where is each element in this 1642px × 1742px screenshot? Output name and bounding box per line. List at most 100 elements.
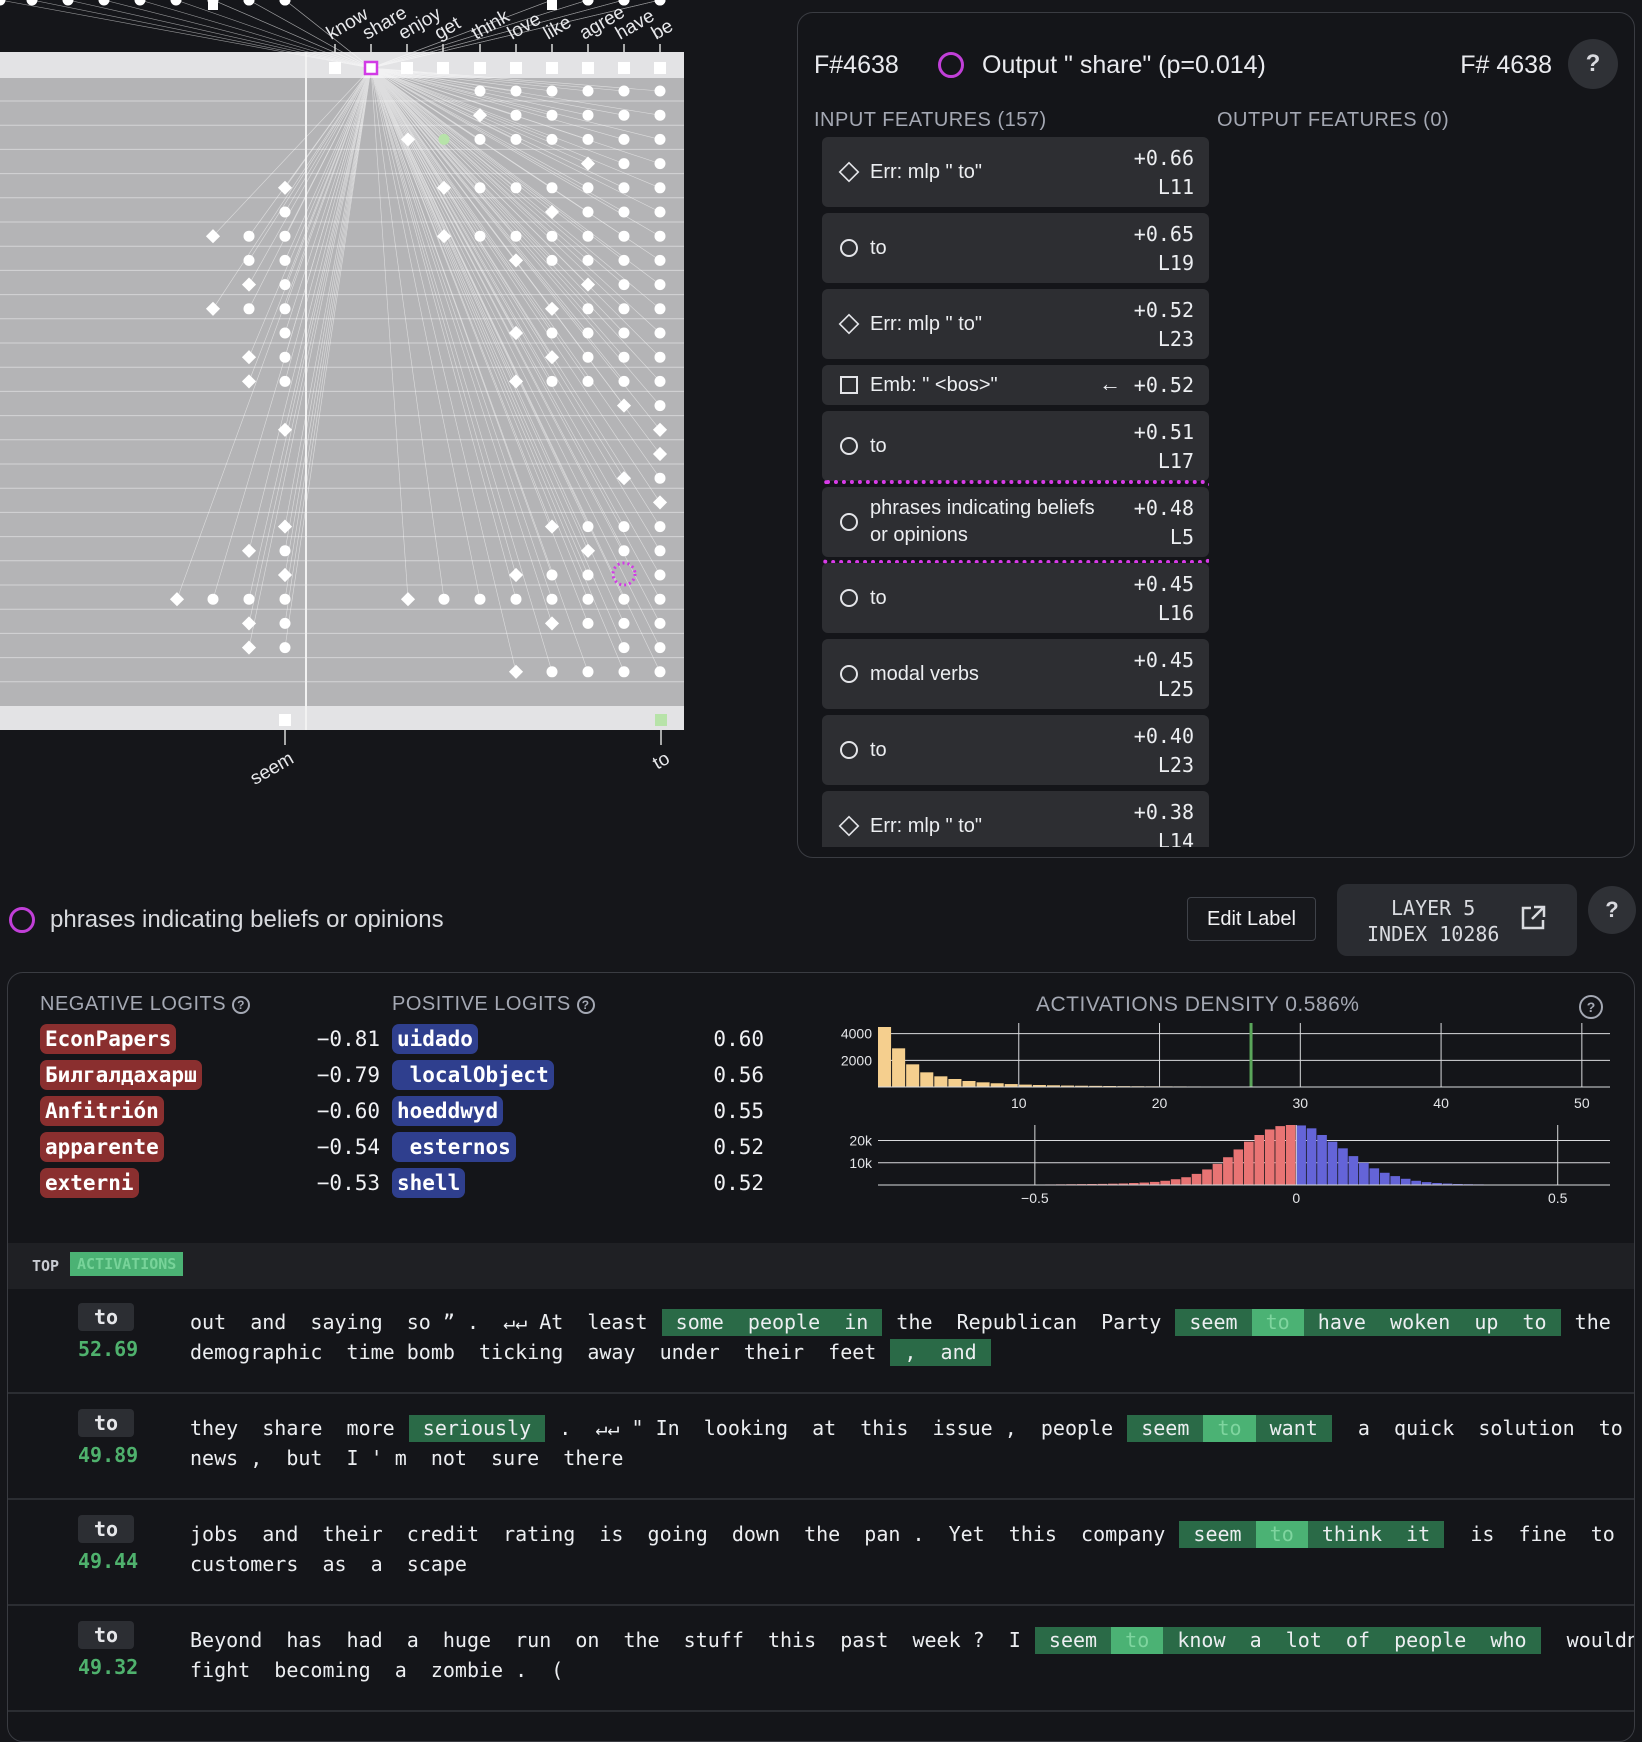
feature-weight: +0.45 — [1134, 648, 1194, 672]
graph-node — [583, 328, 594, 339]
graph-node — [655, 86, 666, 97]
density-bar — [1411, 1181, 1421, 1185]
input-feature-item[interactable]: to+0.51L17 — [822, 411, 1209, 481]
selected-feature-title: phrases indicating beliefs or opinions — [50, 906, 444, 934]
output-node — [546, 62, 558, 74]
output-node — [618, 62, 630, 74]
help-icon[interactable]: ? — [232, 996, 250, 1014]
density-bar — [1296, 1125, 1306, 1185]
input-feature-item[interactable]: Err: mlp " to"+0.66L11 — [822, 137, 1209, 207]
arrow-left-icon: ← — [1099, 371, 1121, 397]
input-feature-item[interactable]: to+0.65L19 — [822, 213, 1209, 283]
density-bar — [1192, 1174, 1202, 1185]
example-token-span: know a lot of people who — [1163, 1627, 1540, 1654]
activation-score: 49.44 — [78, 1549, 134, 1573]
density-bar — [1317, 1135, 1327, 1185]
x-tick-label: 50 — [1574, 1095, 1590, 1111]
help-button[interactable]: ? — [1588, 886, 1636, 934]
positive-logit-row: uidado0.60 — [392, 1024, 764, 1054]
layer-index-link[interactable]: LAYER 5 INDEX 10286 — [1337, 884, 1577, 956]
attribution-graph[interactable]: knowshareenjoygetthinklovelikeagreehaveb… — [0, 0, 770, 860]
graph-node — [547, 255, 558, 266]
graph-node — [619, 86, 630, 97]
graph-node — [511, 594, 522, 605]
graph-node — [619, 279, 630, 290]
graph-node — [655, 521, 666, 532]
graph-node — [475, 86, 486, 97]
example-token-span: out and saying so ” . ↵↵ At least — [188, 1309, 662, 1336]
x-tick-label: 0 — [1292, 1190, 1300, 1206]
density-bar — [962, 1081, 975, 1087]
feature-label: to — [870, 737, 1115, 764]
input-feature-item[interactable]: phrases indicating beliefs or opinions+0… — [822, 487, 1209, 557]
graph-node — [244, 303, 255, 314]
graph-node — [208, 594, 219, 605]
example-token-span: the — [1561, 1309, 1613, 1336]
graph-node — [547, 0, 557, 10]
logit-value: −0.81 — [290, 1024, 380, 1054]
activation-example[interactable]: to49.44jobs and their credit rating is g… — [8, 1501, 1635, 1606]
density-bar — [1359, 1163, 1369, 1185]
logit-token: Anfitrión — [40, 1096, 164, 1126]
density-bar — [977, 1082, 990, 1087]
graph-node — [27, 0, 38, 6]
graph-node — [583, 255, 594, 266]
feature-label: Err: mlp " to" — [870, 311, 1115, 338]
density-bar — [1338, 1148, 1348, 1185]
graph-node — [280, 328, 291, 339]
circle-icon — [840, 589, 858, 607]
x-tick-label: 30 — [1293, 1095, 1309, 1111]
attribution-graph-canvas[interactable]: knowshareenjoygetthinklovelikeagreehaveb… — [0, 0, 770, 860]
feature-layer: L23 — [1158, 327, 1194, 351]
input-feature-item[interactable]: to+0.45L16 — [822, 563, 1209, 633]
graph-node — [583, 352, 594, 363]
density-bar — [1254, 1135, 1264, 1185]
logit-value: 0.55 — [674, 1096, 764, 1126]
logit-token: shell — [392, 1168, 465, 1198]
graph-node — [655, 303, 666, 314]
graph-node — [99, 0, 110, 6]
feature-label: Err: mlp " to" — [870, 159, 1115, 186]
activation-example[interactable]: to52.69out and saying so ” . ↵↵ At least… — [8, 1289, 1635, 1394]
example-token-span: to — [1256, 1521, 1308, 1548]
negative-logits-heading: NEGATIVE LOGITS? — [40, 993, 250, 1016]
graph-node — [547, 86, 558, 97]
feature-weight: +0.45 — [1134, 572, 1194, 596]
graph-node — [655, 279, 666, 290]
graph-node — [655, 134, 666, 145]
graph-node — [511, 86, 522, 97]
output-token-label: love — [504, 9, 545, 45]
example-token-span: , and — [890, 1339, 990, 1366]
graph-node — [619, 231, 630, 242]
graph-node — [280, 352, 291, 363]
input-feature-item[interactable]: Err: mlp " to"+0.38L14 — [822, 791, 1209, 847]
help-button[interactable]: ? — [1568, 39, 1618, 89]
input-token-label: to — [649, 748, 673, 774]
activation-example[interactable]: to49.32Beyond has had a huge run on the … — [8, 1607, 1635, 1712]
input-feature-item[interactable]: modal verbs+0.45L25 — [822, 639, 1209, 709]
graph-node — [280, 594, 291, 605]
output-node — [437, 62, 449, 74]
activation-example[interactable]: to49.89they share more seriously . ↵↵ " … — [8, 1395, 1635, 1500]
input-feature-item[interactable]: to+0.40L23 — [822, 715, 1209, 785]
density-bar — [1202, 1169, 1212, 1185]
help-icon[interactable]: ? — [577, 996, 595, 1014]
input-feature-item[interactable]: Err: mlp " to"+0.52L23 — [822, 289, 1209, 359]
edit-label-button[interactable]: Edit Label — [1187, 897, 1316, 941]
graph-node — [280, 207, 291, 218]
graph-node — [655, 594, 666, 605]
x-tick-label: 0.5 — [1548, 1190, 1568, 1206]
feature-circle-icon — [9, 907, 35, 933]
logit-value: 0.56 — [674, 1060, 764, 1090]
feature-label: to — [870, 235, 1115, 262]
input-feature-item[interactable]: Emb: " <bos>"+0.52← — [822, 365, 1209, 405]
example-token-span: . ↵↵ " In looking at this issue , people — [545, 1415, 1127, 1442]
graph-node — [171, 0, 182, 6]
external-link-icon — [1519, 904, 1547, 932]
circle-icon — [840, 513, 858, 531]
feature-detail-panel: F#4638 Output " share" (p=0.014) F# 4638… — [797, 12, 1635, 858]
input-features-list[interactable]: Err: mlp " to"+0.66L11to+0.65L19Err: mlp… — [822, 137, 1209, 847]
graph-node — [547, 376, 558, 387]
graph-node — [583, 666, 594, 677]
logit-token: EconPapers — [40, 1024, 176, 1054]
